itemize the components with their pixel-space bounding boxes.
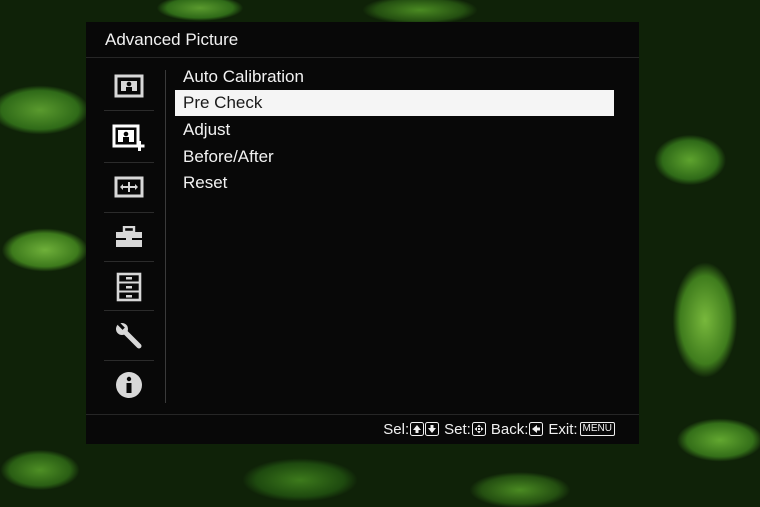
set-hint: Set:: [444, 421, 486, 438]
wrench-icon[interactable]: [104, 314, 154, 358]
exit-hint: Exit: MENU: [548, 421, 615, 438]
cabinet-icon[interactable]: [104, 265, 154, 309]
screen-icon[interactable]: [104, 165, 154, 209]
toolbox-icon[interactable]: [104, 215, 154, 259]
title-divider: [86, 57, 639, 58]
select-hint: Sel:: [383, 420, 440, 438]
enter-key-icon: [471, 422, 486, 436]
advanced-picture-menu: Advanced Picture Auto Calibration Pre Ch…: [86, 22, 639, 444]
advanced-picture-icon[interactable]: [104, 115, 154, 159]
sidebar-divider: [104, 360, 154, 361]
select-label: Sel:: [383, 420, 410, 438]
sidebar: [86, 62, 166, 400]
up-arrow-key-icon: [410, 422, 425, 436]
set-label: Set:: [444, 420, 471, 438]
help-bar: Sel: Set: Back: Exit: MENU: [383, 419, 615, 439]
menu-key-label: MENU: [579, 422, 615, 436]
sidebar-divider-vertical: [165, 70, 166, 403]
menu-item-auto-calibration[interactable]: Auto Calibration: [183, 64, 304, 90]
info-icon[interactable]: [104, 363, 154, 407]
help-divider: [86, 414, 639, 415]
menu-item-reset[interactable]: Reset: [183, 170, 227, 196]
menu-title: Advanced Picture: [105, 30, 239, 49]
picture-icon[interactable]: [104, 64, 154, 108]
sidebar-divider: [104, 162, 154, 163]
menu-item-before-after[interactable]: Before/After: [183, 144, 274, 170]
back-hint: Back:: [491, 421, 544, 438]
exit-label: Exit:: [548, 420, 578, 438]
sidebar-divider: [104, 310, 154, 311]
down-arrow-key-icon: [425, 422, 440, 436]
sidebar-divider: [104, 261, 154, 262]
menu-item-pre-check[interactable]: Pre Check: [175, 90, 614, 116]
sidebar-divider: [104, 110, 154, 111]
back-label: Back:: [490, 420, 529, 438]
sidebar-divider: [104, 212, 154, 213]
menu-item-adjust[interactable]: Adjust: [183, 117, 230, 143]
back-arrow-key-icon: [529, 422, 544, 436]
